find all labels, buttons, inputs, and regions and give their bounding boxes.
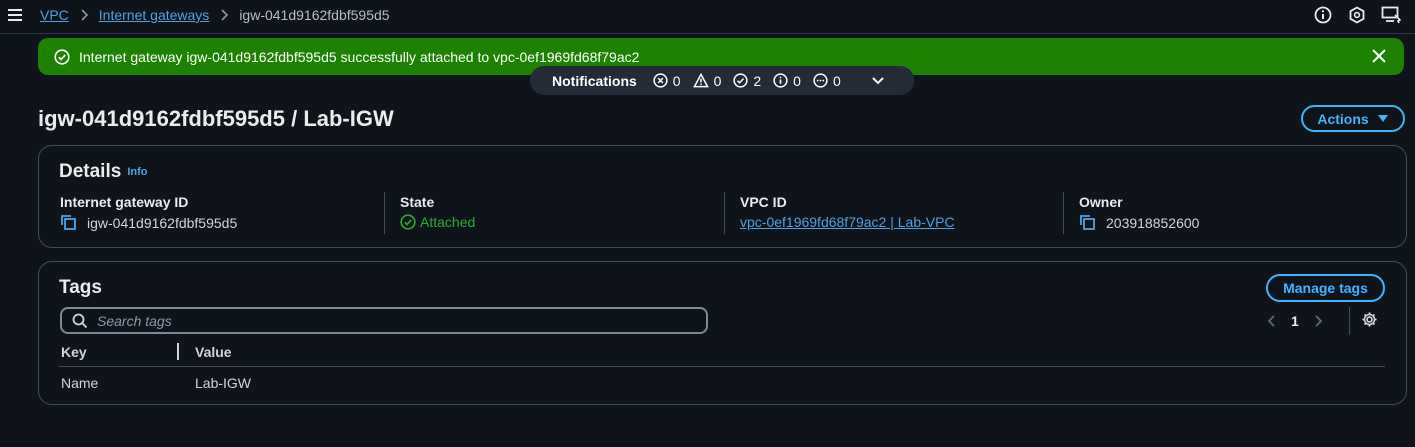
- search-tags-field[interactable]: [60, 307, 708, 334]
- details-title: Details: [59, 161, 122, 182]
- pager-divider: [1349, 307, 1350, 335]
- detail-internet-gateway-id: Internet gateway ID igw-041d9162fdbf595d…: [60, 194, 237, 240]
- info-link[interactable]: Info: [127, 166, 147, 178]
- detail-value: 203918852600: [1106, 214, 1200, 231]
- menu-icon[interactable]: [6, 6, 24, 24]
- detail-label: Internet gateway ID: [60, 194, 189, 210]
- actions-label: Actions: [1317, 110, 1369, 127]
- detail-owner: Owner 203918852600: [1079, 194, 1199, 240]
- detail-label: Owner: [1079, 194, 1123, 210]
- breadcrumb-current: igw-041d9162fdbf595d5: [239, 7, 390, 23]
- info-count-filter[interactable]: 0: [773, 73, 801, 89]
- tags-title: Tags: [59, 277, 102, 298]
- caret-down-icon: [1377, 114, 1389, 123]
- detail-label: State: [400, 194, 435, 210]
- detail-vpc-id: VPC ID vpc-0ef1969fd68f79ac2 | Lab-VPC: [740, 194, 955, 240]
- column-header-value[interactable]: Value: [195, 344, 232, 360]
- detail-state: State Attached: [400, 194, 475, 240]
- tag-row-value: Lab-IGW: [195, 375, 252, 391]
- chevron-right-icon[interactable]: [1313, 314, 1323, 328]
- close-icon[interactable]: [1370, 47, 1388, 65]
- copy-icon[interactable]: [60, 214, 77, 231]
- page-title: igw-041d9162fdbf595d5 / Lab-IGW: [38, 106, 394, 131]
- warning-count: 0: [713, 72, 722, 89]
- table-header-divider: [59, 366, 1385, 367]
- column-resizer[interactable]: [177, 343, 179, 360]
- chevron-right-icon: [219, 9, 229, 21]
- search-icon: [72, 313, 88, 328]
- in-progress-count: 0: [832, 72, 841, 89]
- status-success-icon: [400, 214, 416, 230]
- notifications-bar: Notifications 0 0 2 0 0: [530, 66, 914, 95]
- breadcrumb: VPC Internet gateways igw-041d9162fdbf59…: [40, 0, 390, 30]
- security-shield-icon[interactable]: [1347, 5, 1367, 25]
- gear-icon[interactable]: [1361, 311, 1378, 328]
- chevron-right-icon: [79, 9, 89, 21]
- feedback-monitor-icon[interactable]: [1381, 5, 1401, 25]
- column-divider: [1063, 192, 1064, 234]
- in-progress-icon: [813, 73, 828, 88]
- column-divider: [384, 192, 385, 234]
- error-count-filter[interactable]: 0: [653, 73, 681, 89]
- success-count: 2: [753, 72, 762, 89]
- error-x-icon: [653, 73, 668, 88]
- tag-row-key: Name: [61, 375, 99, 391]
- in-progress-count-filter[interactable]: 0: [813, 73, 841, 89]
- success-count-filter[interactable]: 2: [733, 73, 761, 89]
- info-count: 0: [793, 72, 801, 89]
- breadcrumb-vpc[interactable]: VPC: [40, 7, 69, 23]
- search-tags-input[interactable]: [97, 312, 657, 329]
- state-value: Attached: [420, 214, 476, 230]
- details-panel: Details Info Internet gateway ID igw-041d…: [38, 145, 1407, 248]
- warning-count-filter[interactable]: 0: [692, 72, 722, 89]
- info-icon: [773, 73, 788, 88]
- warning-triangle-icon: [692, 73, 709, 88]
- success-check-icon: [54, 48, 70, 65]
- top-icons-group: [1313, 0, 1415, 30]
- flash-message-text: Internet gateway igw-041d9162fdbf595d5 s…: [79, 48, 640, 65]
- info-circle-icon[interactable]: [1313, 5, 1333, 25]
- vpc-id-link[interactable]: vpc-0ef1969fd68f79ac2 | Lab-VPC: [740, 214, 955, 230]
- tags-panel: Tags Manage tags 1 Key Value Name Lab-IG…: [38, 261, 1407, 405]
- error-count: 0: [672, 72, 681, 89]
- copy-icon[interactable]: [1079, 214, 1096, 231]
- pagination: 1: [1267, 310, 1323, 332]
- detail-value: igw-041d9162fdbf595d5: [87, 214, 238, 231]
- breadcrumb-internet-gateways[interactable]: Internet gateways: [99, 7, 210, 23]
- details-heading: Details Info: [59, 161, 147, 183]
- success-check-icon: [733, 73, 749, 88]
- chevron-down-icon[interactable]: [871, 76, 885, 86]
- top-navigation-bar: VPC Internet gateways igw-041d9162fdbf59…: [0, 0, 1415, 34]
- manage-tags-button[interactable]: Manage tags: [1266, 274, 1385, 302]
- column-divider: [724, 192, 725, 234]
- page-number[interactable]: 1: [1291, 313, 1299, 329]
- column-header-key[interactable]: Key: [61, 344, 87, 360]
- detail-label: VPC ID: [740, 194, 787, 210]
- notifications-label: Notifications: [552, 72, 637, 89]
- chevron-left-icon[interactable]: [1267, 314, 1277, 328]
- actions-button[interactable]: Actions: [1301, 105, 1405, 132]
